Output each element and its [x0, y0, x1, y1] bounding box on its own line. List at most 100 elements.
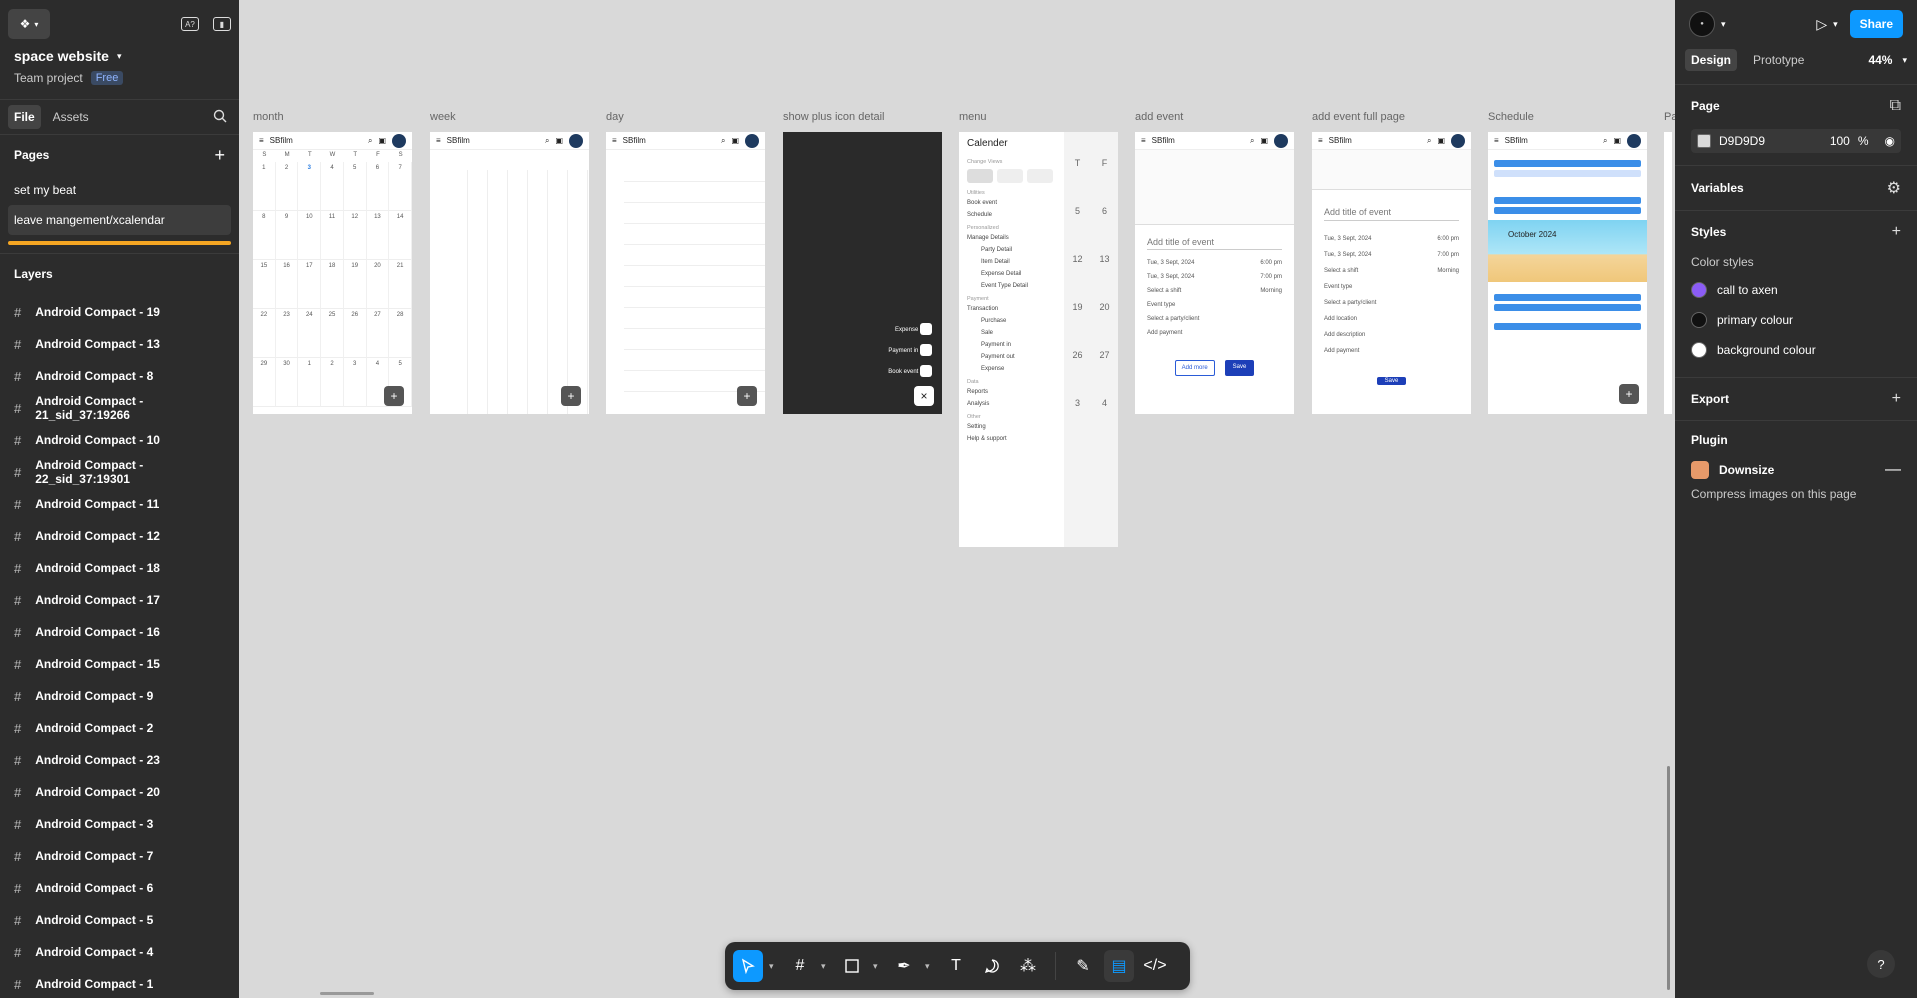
layer-item[interactable]: # Android Compact - 21_sid_37:19266: [0, 392, 239, 424]
pen-tool[interactable]: ✒: [889, 950, 919, 982]
layer-item[interactable]: # Android Compact - 22_sid_37:19301: [0, 456, 239, 488]
color-style-item[interactable]: background colour: [1691, 335, 1901, 365]
layer-item[interactable]: # Android Compact - 15: [0, 648, 239, 680]
layer-item[interactable]: # Android Compact - 17: [0, 584, 239, 616]
tab-file[interactable]: File: [8, 105, 41, 129]
layer-item[interactable]: # Android Compact - 11: [0, 488, 239, 520]
event-bar: [1494, 323, 1641, 330]
hamburger-icon: ≡: [259, 136, 264, 145]
shape-tool[interactable]: [837, 950, 867, 982]
frame-title[interactable]: Schedule: [1488, 111, 1534, 123]
variables-settings-icon[interactable]: ⚙: [1887, 178, 1901, 198]
vertical-scrollbar[interactable]: [1667, 766, 1670, 990]
variables-title: Variables: [1691, 181, 1744, 195]
add-page-icon[interactable]: +: [214, 145, 225, 166]
frame-tool[interactable]: #: [785, 950, 815, 982]
frame-title[interactable]: month: [253, 111, 284, 123]
chevron-down-icon[interactable]: ▾: [873, 961, 883, 972]
eye-icon[interactable]: ◉: [1885, 134, 1895, 148]
layer-item[interactable]: # Android Compact - 8: [0, 360, 239, 392]
dev-mode[interactable]: </>: [1140, 950, 1170, 982]
tab-prototype[interactable]: Prototype: [1747, 49, 1810, 71]
frame-partial[interactable]: [1664, 132, 1672, 414]
layer-item[interactable]: # Android Compact - 13: [0, 328, 239, 360]
share-button[interactable]: Share: [1849, 10, 1903, 38]
page-color-swatch[interactable]: [1697, 134, 1711, 148]
layer-item[interactable]: # Android Compact - 23: [0, 744, 239, 776]
color-style-item[interactable]: call to axen: [1691, 275, 1901, 305]
frame-title[interactable]: add event full page: [1312, 111, 1405, 123]
avatar[interactable]: ●: [1689, 11, 1715, 37]
frame-title[interactable]: week: [430, 111, 456, 123]
chevron-down-icon[interactable]: ▾: [821, 961, 831, 972]
move-tool[interactable]: [733, 950, 763, 982]
frame-schedule[interactable]: ≡ SBfilm ⌕ ▣ October 2024 +: [1488, 132, 1647, 414]
frame-plus-detail[interactable]: Expense Payment in Book event ×: [783, 132, 942, 414]
comment-tool[interactable]: [977, 950, 1007, 982]
chevron-down-icon[interactable]: ▾: [1721, 19, 1726, 30]
frame-title[interactable]: add event: [1135, 111, 1183, 123]
frame-title[interactable]: menu: [959, 111, 987, 123]
frame-month[interactable]: ≡ SBfilm ⌕ ▣ SMTWTFS 1 2 3 4 5 6 7 8 9 10 11 12 13 14 1…: [253, 132, 412, 414]
chevron-down-icon[interactable]: ▾: [1833, 19, 1838, 30]
layers-list: # Android Compact - 19 # Android Compact - …: [0, 296, 239, 998]
text-tool[interactable]: T: [941, 950, 971, 982]
chevron-down-icon[interactable]: ▾: [769, 961, 779, 972]
tab-assets[interactable]: Assets: [47, 105, 95, 129]
layer-item[interactable]: # Android Compact - 20: [0, 776, 239, 808]
main-menu-button[interactable]: ❖ ▾: [8, 9, 50, 39]
tab-design[interactable]: Design: [1685, 49, 1738, 71]
page-opacity[interactable]: 100: [1830, 134, 1850, 148]
layer-item[interactable]: # Android Compact - 16: [0, 616, 239, 648]
add-export-icon[interactable]: +: [1892, 390, 1901, 408]
translate-icon[interactable]: A?: [181, 17, 199, 31]
draw-mode[interactable]: ✎: [1068, 950, 1098, 982]
layer-item[interactable]: # Android Compact - 7: [0, 840, 239, 872]
color-style-item[interactable]: primary colour: [1691, 305, 1901, 335]
frame-add-event[interactable]: ≡ SBfilm ⌕ ▣ Add title of event Tue, 3 Se…: [1135, 132, 1294, 414]
frame-menu[interactable]: Calender Change Views Utilities Book eve…: [959, 132, 1118, 547]
frame-title[interactable]: show plus icon detail: [783, 111, 885, 123]
layer-item[interactable]: # Android Compact - 9: [0, 680, 239, 712]
zoom-level[interactable]: 44%: [1868, 53, 1892, 67]
layer-item[interactable]: # Android Compact - 2: [0, 712, 239, 744]
project-name-dropdown[interactable]: space website ▾: [14, 48, 225, 64]
frame-add-event-full[interactable]: ≡ SBfilm ⌕ ▣ Add title of event Tue, 3 Se…: [1312, 132, 1471, 414]
start-date: Tue, 3 Sept, 2024: [1324, 236, 1372, 242]
plugin-item[interactable]: Downsize —: [1691, 461, 1901, 479]
pages-header: Pages +: [0, 135, 239, 175]
page-item[interactable]: set my beat: [8, 175, 231, 205]
right-panel: ● ▾ ▷ ▾ Share Design Prototype 44% ▾ Pag…: [1675, 0, 1917, 998]
layer-item[interactable]: # Android Compact - 10: [0, 424, 239, 456]
menu-subitem: Expense: [981, 366, 1005, 372]
menu-item: Setting: [967, 424, 986, 430]
design-mode[interactable]: ▤: [1104, 950, 1134, 982]
layer-item[interactable]: # Android Compact - 18: [0, 552, 239, 584]
sidebar-toggle-icon[interactable]: ▮: [213, 17, 231, 31]
layer-item[interactable]: # Android Compact - 3: [0, 808, 239, 840]
actions-tool[interactable]: ⁂: [1013, 950, 1043, 982]
chevron-down-icon[interactable]: ▾: [925, 961, 935, 972]
horizontal-scrollbar[interactable]: [320, 992, 374, 995]
event-start-row: Tue, 3 Sept, 2024 6:00 pm: [1147, 256, 1282, 270]
chevron-down-icon[interactable]: ▾: [1902, 55, 1907, 66]
layer-item[interactable]: # Android Compact - 12: [0, 520, 239, 552]
help-icon[interactable]: ?: [1867, 950, 1895, 978]
page-fill-row[interactable]: D9D9D9 100 % ◉: [1691, 129, 1901, 153]
search-icon[interactable]: [213, 109, 227, 126]
play-icon[interactable]: ▷: [1816, 16, 1827, 33]
frame-day[interactable]: ≡ SBfilm ⌕ ▣ +: [606, 132, 765, 414]
layer-item[interactable]: # Android Compact - 6: [0, 872, 239, 904]
layer-item[interactable]: # Android Compact - 4: [0, 936, 239, 968]
frame-title[interactable]: day: [606, 111, 624, 123]
page-color-hex[interactable]: D9D9D9: [1719, 134, 1765, 148]
minus-icon[interactable]: —: [1885, 461, 1901, 479]
frame-week[interactable]: ≡ SBfilm ⌕ ▣ +: [430, 132, 589, 414]
layer-item[interactable]: # Android Compact - 19: [0, 296, 239, 328]
layer-item[interactable]: # Android Compact - 5: [0, 904, 239, 936]
day-cell: 10: [298, 211, 322, 260]
page-settings-icon[interactable]: ⧉: [1890, 97, 1901, 115]
page-item-selected[interactable]: leave mangement/xcalendar: [8, 205, 231, 235]
add-style-icon[interactable]: +: [1892, 223, 1901, 241]
layer-item[interactable]: # Android Compact - 1: [0, 968, 239, 998]
